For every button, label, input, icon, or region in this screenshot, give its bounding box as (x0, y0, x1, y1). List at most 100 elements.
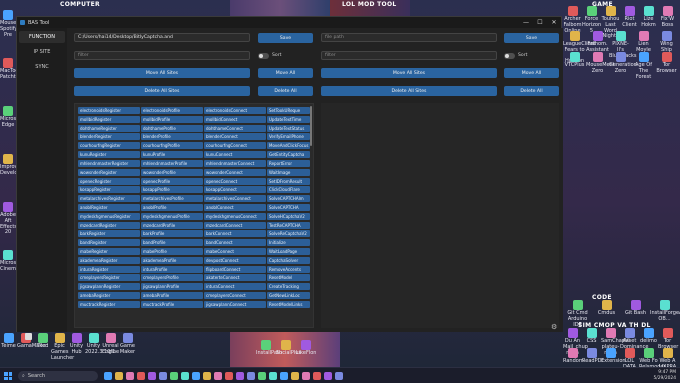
site-item[interactable]: bandConnect (204, 239, 266, 247)
desktop-app-label[interactable]: ReadPDF (582, 358, 604, 365)
desktop-app-icon[interactable] (3, 106, 13, 116)
desktop-app-icon[interactable] (643, 6, 654, 16)
taskbar-app-icon[interactable] (335, 372, 343, 380)
site-item[interactable]: mydeskhgmenusRegister (78, 212, 140, 220)
desktop-app-icon[interactable] (567, 328, 578, 338)
site-item[interactable]: bandRegister (78, 239, 140, 247)
desktop-app-label[interactable]: Git Cmd Arduino IDE (563, 310, 592, 328)
site-item[interactable]: mhlendnmasterRegister (78, 159, 140, 167)
taskbar-app-icon[interactable] (115, 372, 123, 380)
site-item[interactable]: mabeRegister (78, 248, 140, 255)
desktop-app-icon[interactable] (662, 6, 673, 16)
site-item[interactable]: akaterteConnect (204, 274, 266, 282)
desktop-app-label[interactable]: Tiled (34, 343, 51, 350)
taskbar-app-icon[interactable] (148, 372, 156, 380)
site-item[interactable]: kunuProfile (141, 151, 203, 159)
site-item[interactable]: akademeaRegister (78, 256, 140, 264)
site-item[interactable]: GetEntityCaptcha (267, 151, 310, 159)
taskbar-app-icon[interactable] (137, 372, 145, 380)
site-item[interactable]: GetNewLinkLoc (267, 292, 310, 300)
site-item[interactable]: flipboardConnect (204, 265, 266, 273)
desktop-app-icon[interactable] (586, 328, 597, 338)
taskbar-app-icon[interactable] (324, 372, 332, 380)
desktop-app-label[interactable]: Microsoft Cinema... (0, 260, 24, 273)
site-item[interactable]: Initialize (267, 239, 310, 247)
nav-item-ip-site[interactable]: IP SITE (19, 46, 65, 58)
site-item[interactable]: openecRegister (78, 177, 140, 185)
site-item[interactable]: barkRegister (78, 230, 140, 238)
desktop-app-label[interactable]: MouseMent Zero (586, 62, 615, 75)
desktop-app-icon[interactable] (624, 6, 635, 16)
desktop-app-icon[interactable] (54, 333, 65, 343)
close-icon[interactable]: ✕ (547, 17, 561, 28)
site-item[interactable]: ClickCloudFlare (267, 186, 310, 194)
filter-input[interactable]: filter (74, 51, 250, 60)
taskbar-app-icon[interactable] (159, 372, 167, 380)
desktop-app-label[interactable]: Random (563, 358, 584, 365)
desktop-app-icon[interactable] (659, 300, 670, 310)
site-item[interactable]: blenderProfile (141, 133, 203, 141)
delete-all-button[interactable]: Delete All (258, 86, 313, 96)
gear-icon[interactable]: ⚙ (551, 323, 557, 331)
desktop-app-icon[interactable] (615, 31, 626, 41)
taskbar-app-icon[interactable] (302, 372, 310, 380)
desktop-app-icon[interactable] (643, 348, 654, 358)
desktop-app-icon[interactable] (37, 333, 48, 343)
site-item[interactable]: muctrackRegister (78, 300, 140, 308)
clock-date[interactable]: 5/29/2024 (636, 376, 676, 381)
desktop-app-icon[interactable] (572, 300, 583, 310)
right-delete-all-sites-button[interactable]: Delete All Sites (321, 86, 497, 96)
delete-all-sites-button[interactable]: Delete All Sites (74, 86, 250, 96)
taskbar-app-icon[interactable] (258, 372, 266, 380)
desktop-app-icon[interactable] (3, 58, 13, 68)
site-item[interactable]: metalarchivesProfile (141, 195, 203, 203)
site-item[interactable]: dohthameProfile (141, 124, 203, 132)
site-item[interactable]: kosappConnect (204, 186, 266, 194)
desktop-app-icon[interactable] (3, 10, 13, 20)
desktop-app-label[interactable]: Web Fo Relsmodes (639, 358, 666, 367)
desktop-app-label[interactable]: Teime (0, 343, 17, 350)
desktop-app-label[interactable]: Tor Browser (655, 62, 678, 75)
title-bar[interactable]: BAS Tool — ☐ ✕ (17, 17, 561, 28)
desktop-app-label[interactable]: Cmdus (592, 310, 621, 317)
site-item[interactable]: ResetModel (267, 274, 310, 282)
site-item[interactable]: SetTookUReque (267, 107, 310, 114)
desktop-app-icon[interactable] (605, 328, 616, 338)
desktop-app-icon[interactable] (638, 52, 649, 62)
site-item[interactable]: inturaConnect (204, 283, 266, 291)
site-item[interactable]: ReportError (267, 159, 310, 167)
site-item[interactable]: metalarchivesConnect (204, 195, 266, 203)
site-item[interactable]: mabeConnect (204, 248, 266, 255)
site-item[interactable]: electronoidsRegister (78, 107, 140, 114)
desktop-app-icon[interactable] (569, 52, 580, 62)
site-item[interactable]: courhourfngRegister (78, 142, 140, 150)
site-item[interactable]: wowsnderRegister (78, 168, 140, 176)
desktop-app-icon[interactable] (662, 328, 673, 338)
windows-start-icon[interactable] (4, 372, 12, 380)
taskbar-app-icon[interactable] (280, 372, 288, 380)
desktop-app-icon[interactable] (281, 340, 291, 350)
site-item[interactable]: devpostConnect (204, 256, 266, 264)
desktop-app-label[interactable]: Fix'W Boss (658, 16, 677, 29)
site-item[interactable]: cmeplayersProfile (141, 274, 203, 282)
desktop-app-label[interactable]: Unreal Engine (102, 343, 119, 356)
site-item[interactable]: amebaRegister (78, 292, 140, 300)
right-save-button[interactable]: Save (504, 33, 559, 43)
path-input[interactable]: C:/Users/hai14/Desktop/BitlyCaptcha.and (74, 33, 250, 42)
site-item[interactable]: ResetModelLinks (267, 300, 310, 308)
site-item[interactable]: anoblRegister (78, 203, 140, 211)
desktop-app-icon[interactable] (301, 340, 311, 350)
desktop-app-label[interactable]: Game Maker (119, 343, 136, 356)
site-item[interactable]: UpdateTextStatus (267, 124, 310, 132)
site-item[interactable]: akademeaProfile (141, 256, 203, 264)
desktop-app-icon[interactable] (605, 6, 616, 16)
taskbar-app-icon[interactable] (236, 372, 244, 380)
desktop-app-icon[interactable] (105, 333, 116, 343)
site-item[interactable]: mhlendnmasterProfile (141, 159, 203, 167)
scrollbar[interactable] (310, 106, 312, 146)
desktop-app-label[interactable]: Microsoft Edge (0, 116, 23, 129)
taskbar-app-icon[interactable] (313, 372, 321, 380)
right-move-all-button[interactable]: Move All (504, 68, 559, 78)
desktop-app-icon[interactable] (661, 31, 672, 41)
site-item[interactable]: CaptchaSolver (267, 256, 310, 264)
